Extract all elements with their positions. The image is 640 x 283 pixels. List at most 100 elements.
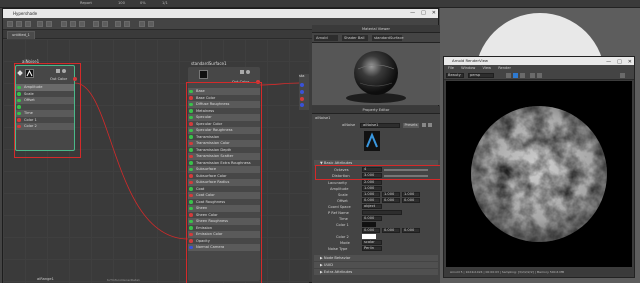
scale-y-field[interactable]: 1.000 xyxy=(382,192,400,197)
grid-icon[interactable] xyxy=(93,21,99,27)
menu-window[interactable]: Window xyxy=(461,66,475,70)
search-icon[interactable] xyxy=(139,21,145,27)
amplitude-label: Amplitude xyxy=(330,187,349,191)
color1-label: Color 1 xyxy=(336,223,349,227)
close-icon[interactable]: ✕ xyxy=(628,58,632,66)
pref-name-label: P Ref Name xyxy=(328,211,349,215)
graph-materials-icon[interactable] xyxy=(7,21,13,27)
node-mode-icon[interactable] xyxy=(246,70,250,74)
node-graph-area[interactable]: aiNoise1 Out Color Amplitude Scale Offse… xyxy=(3,39,309,283)
stop-icon[interactable] xyxy=(520,73,525,78)
focus-icon[interactable] xyxy=(422,123,426,127)
color1-g-field[interactable]: 0.000 xyxy=(382,228,400,233)
minimize-icon[interactable]: — xyxy=(410,9,415,18)
top-strip-item: 100 xyxy=(118,1,125,5)
input-connections-icon[interactable] xyxy=(16,21,22,27)
node-tab[interactable]: aiNoise1 xyxy=(315,116,330,120)
noise-type-dropdown[interactable]: Perlin xyxy=(362,246,382,251)
renderview-title: Arnold RenderView xyxy=(452,58,489,63)
noise-type-label: Noise Type xyxy=(328,247,348,251)
color2-label: Color 2 xyxy=(336,235,349,239)
scale-x-field[interactable]: 1.000 xyxy=(362,192,380,197)
mode-dropdown[interactable]: scalar xyxy=(362,240,382,245)
uuid-section[interactable]: ▶ UUID xyxy=(314,262,438,268)
sg-node-title: sta xyxy=(299,74,305,78)
node-name-field[interactable]: aiNoise1 xyxy=(360,123,400,128)
sg-port[interactable] xyxy=(300,83,304,87)
frame-all-icon[interactable] xyxy=(46,21,52,27)
offset-z-field[interactable]: 0.000 xyxy=(402,198,420,203)
property-editor: aiNoise1 aiNoise aiNoise1 Presets ▼ Basi… xyxy=(312,114,443,283)
render-canvas[interactable] xyxy=(446,81,632,267)
maximize-icon[interactable]: □ xyxy=(617,58,622,66)
close-icon[interactable]: ✕ xyxy=(432,9,436,18)
extra-attributes-section[interactable]: ▶ Extra Attributes xyxy=(314,269,438,275)
scale-z-field[interactable]: 1.000 xyxy=(402,192,420,197)
swatch-icon[interactable] xyxy=(115,21,121,27)
tab-untitled[interactable]: untitled_1 xyxy=(7,31,35,39)
camera-dropdown[interactable]: persp xyxy=(468,73,494,78)
material-viewer-toolbar: Arnold Shader Ball standardSurface xyxy=(312,33,440,43)
top-strip-item: 1/1 xyxy=(162,1,168,5)
color1-swatch[interactable] xyxy=(362,222,376,227)
top-strip-item: Report xyxy=(80,1,92,5)
output-connections-icon[interactable] xyxy=(25,21,31,27)
lacunarity-field[interactable]: 2.000 xyxy=(362,180,382,185)
lacunarity-label: Lacunarity xyxy=(328,181,347,185)
time-label: Time xyxy=(339,217,348,221)
clear-graph-icon[interactable] xyxy=(37,21,43,27)
graph-hint-label: tuTInfocoOwnerDeta1 xyxy=(107,278,140,282)
color1-r-field[interactable]: 0.000 xyxy=(362,228,380,233)
snapshot-icon[interactable] xyxy=(530,73,535,78)
pref-name-field[interactable] xyxy=(362,210,402,215)
node-type-label: aiNoise xyxy=(342,123,356,127)
settings-icon[interactable] xyxy=(620,73,625,78)
amplitude-field[interactable]: 1.000 xyxy=(362,186,382,191)
shading-group-node[interactable]: sta xyxy=(299,74,309,110)
offset-y-field[interactable]: 0.000 xyxy=(382,198,400,203)
connected-mode-icon[interactable] xyxy=(70,21,76,27)
shape-dropdown[interactable]: Shader Ball xyxy=(342,35,368,41)
menu-view[interactable]: View xyxy=(483,66,492,70)
material-dropdown[interactable]: standardSurface xyxy=(372,35,404,41)
graph-bottom-label: aiRange1 xyxy=(37,277,54,281)
sg-port[interactable] xyxy=(300,97,304,101)
material-viewer-title: Material Viewer xyxy=(362,27,390,31)
node-swatch-icon[interactable] xyxy=(240,70,244,74)
surface-swatch-icon xyxy=(199,70,208,79)
snap-icon[interactable] xyxy=(102,21,108,27)
simple-mode-icon[interactable] xyxy=(61,21,67,27)
filter-icon[interactable] xyxy=(148,21,154,27)
renderview-titlebar: Arnold RenderView — □ ✕ xyxy=(444,57,634,65)
menu-render[interactable]: Render xyxy=(498,66,511,70)
sg-port[interactable] xyxy=(300,90,304,94)
material-viewer-header: Material Viewer xyxy=(312,25,440,33)
time-field[interactable]: 0.000 xyxy=(362,216,382,221)
rendered-noise-sphere xyxy=(471,106,607,242)
renderer-dropdown[interactable]: Arnold xyxy=(314,35,338,41)
menu-file[interactable]: File xyxy=(448,66,454,70)
maximize-icon[interactable]: □ xyxy=(421,9,426,18)
node-behavior-section[interactable]: ▶ Node Behavior xyxy=(314,255,438,261)
presets-button[interactable]: Presets xyxy=(403,123,419,128)
color2-swatch[interactable] xyxy=(362,234,376,239)
surface-node-highlight xyxy=(186,82,262,283)
sg-port[interactable] xyxy=(300,103,304,107)
minimize-icon[interactable]: — xyxy=(606,58,611,66)
color1-b-field[interactable]: 0.000 xyxy=(402,228,420,233)
offset-x-field[interactable]: 0.000 xyxy=(362,198,380,203)
material-preview[interactable] xyxy=(312,43,440,105)
hypershade-titlebar: Hypershade — □ ✕ xyxy=(3,9,438,18)
scale-label: Scale xyxy=(338,193,348,197)
layout-icon[interactable] xyxy=(124,21,130,27)
rgb-icon[interactable] xyxy=(506,73,511,78)
settings-icon[interactable] xyxy=(428,123,432,127)
coord-space-dropdown[interactable]: object xyxy=(362,204,382,209)
full-mode-icon[interactable] xyxy=(79,21,85,27)
hypershade-window: Hypershade — □ ✕ untitled_1 aiNoise1 Out… xyxy=(2,8,443,283)
top-strip-item: 0% xyxy=(140,1,146,5)
aov-dropdown[interactable]: Beauty xyxy=(446,73,464,78)
crop-icon[interactable] xyxy=(537,73,542,78)
coord-space-label: Coord Space xyxy=(328,205,351,209)
render-icon[interactable] xyxy=(513,73,518,78)
